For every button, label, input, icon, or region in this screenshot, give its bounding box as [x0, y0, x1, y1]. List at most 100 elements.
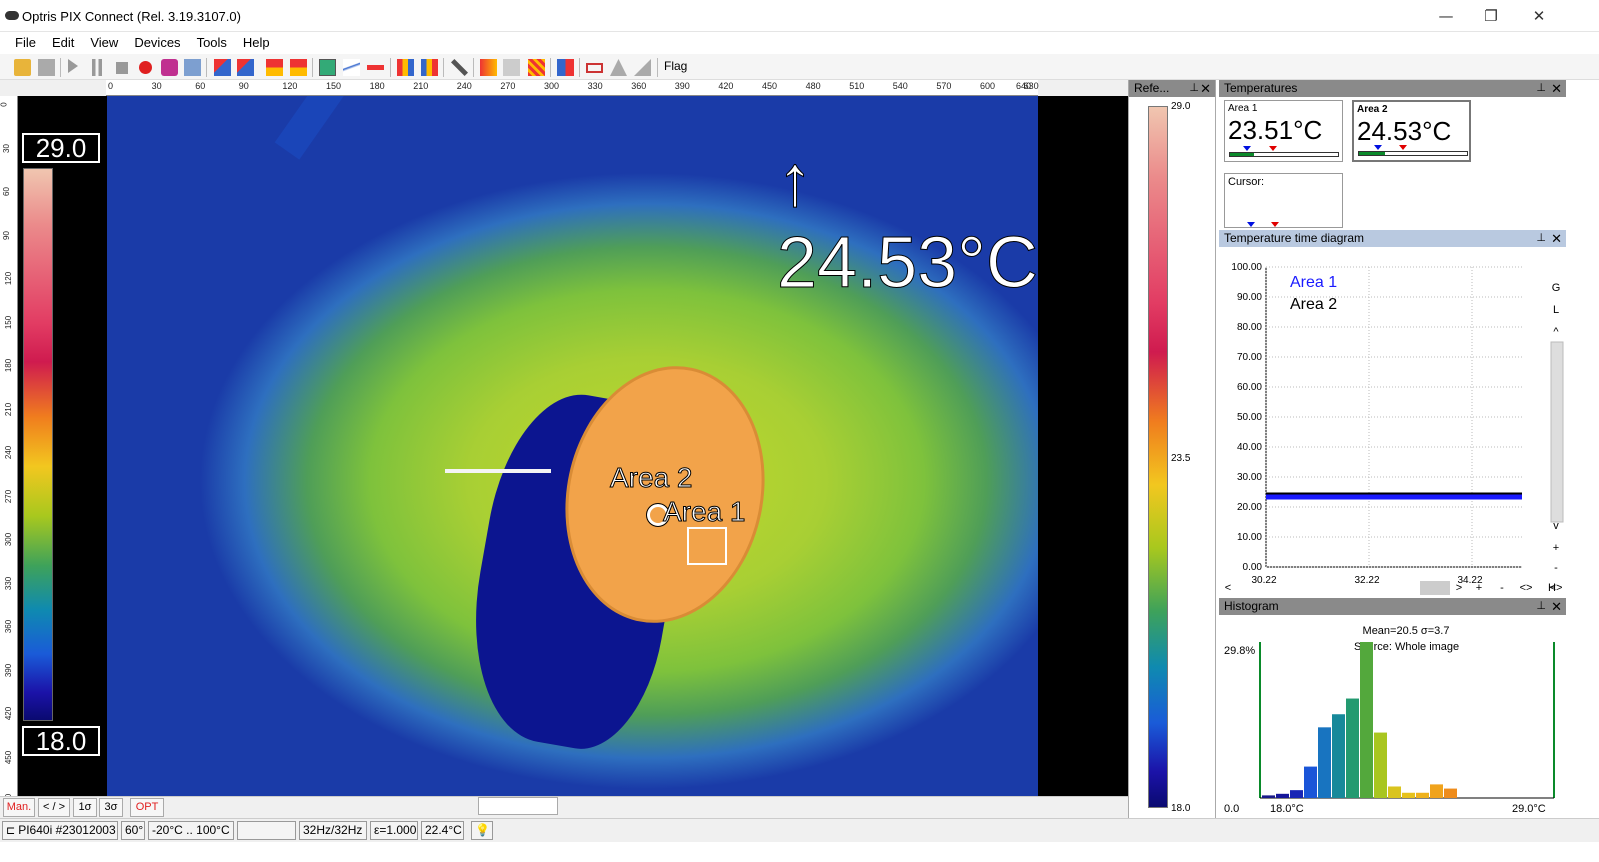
max-temperature-readout: ↑ 24.53°C: [777, 141, 1039, 304]
sigma3-button[interactable]: 3σ: [99, 798, 123, 817]
pin-icon[interactable]: ⊥: [1536, 80, 1546, 97]
cursor-temperature-box[interactable]: Cursor:: [1224, 173, 1343, 228]
close-icon[interactable]: ✕: [1551, 598, 1562, 615]
y-tick-label: 40.00: [1237, 442, 1262, 453]
toolbar-separator: [60, 58, 61, 77]
menu-tools[interactable]: Tools: [189, 32, 235, 54]
menu-view[interactable]: View: [82, 32, 126, 54]
cold-streak: [274, 96, 415, 160]
histogram-title: Histogram: [1224, 599, 1279, 613]
save-icon[interactable]: [38, 59, 55, 76]
open-folder-icon[interactable]: [14, 59, 31, 76]
toolbar-separator: [206, 58, 207, 77]
close-icon[interactable]: ✕: [1200, 80, 1211, 97]
scale-min-value[interactable]: 18.0: [22, 726, 100, 756]
ruler-tick-label: 360: [631, 81, 647, 91]
palette-icon[interactable]: [266, 59, 283, 76]
area1-label: Area 1: [663, 496, 746, 528]
graph-icon[interactable]: [343, 59, 360, 76]
restore-button[interactable]: ❐: [1471, 4, 1511, 28]
ruler-icon[interactable]: [586, 63, 603, 73]
layout2-icon[interactable]: [237, 59, 254, 76]
menu-devices[interactable]: Devices: [126, 32, 188, 54]
palette2-icon[interactable]: [290, 59, 307, 76]
menu-help[interactable]: Help: [235, 32, 278, 54]
x-tick-label: 30.22: [1251, 575, 1276, 586]
side-button: +: [1553, 542, 1559, 554]
minimize-button[interactable]: —: [1426, 4, 1466, 28]
menu-edit[interactable]: Edit: [44, 32, 82, 54]
ruler-tick-label: 150: [4, 315, 14, 329]
histogram-chart[interactable]: Mean=20.5 σ=3.7 Source: Whole image 29.8% 0…: [1216, 620, 1599, 818]
pin-icon[interactable]: ⊥: [1189, 80, 1199, 97]
edit-icon[interactable]: [634, 59, 651, 76]
histogram-icon[interactable]: [397, 59, 414, 76]
thermometer-icon[interactable]: [480, 59, 497, 76]
vertical-scrollbar: [1550, 341, 1564, 523]
histogram-stats: Mean=20.5 σ=3.7: [1363, 625, 1450, 637]
pin-icon[interactable]: ⊥: [1536, 598, 1546, 615]
area2-name: Area 2: [1357, 104, 1388, 115]
side-button: L: [1553, 304, 1559, 316]
pause-icon[interactable]: [92, 59, 102, 76]
ruler-tick-label: 240: [456, 81, 472, 91]
range-status: -20°C .. 100°C: [148, 821, 234, 840]
histogram2-icon[interactable]: [421, 59, 438, 76]
stop-icon[interactable]: [116, 62, 128, 74]
histogram-bar: [1444, 788, 1457, 798]
menu-file[interactable]: File: [7, 32, 44, 54]
device-icon: ⊏: [6, 825, 16, 837]
area2-temperature-box[interactable]: Area 2 24.53°C: [1352, 100, 1471, 162]
play-icon[interactable]: [68, 59, 78, 73]
close-icon[interactable]: ✕: [1551, 230, 1562, 247]
pen-icon[interactable]: [610, 59, 627, 76]
area-icon[interactable]: [319, 59, 336, 76]
ruler-tick-label: 540: [892, 81, 908, 91]
lightbulb-icon[interactable]: 💡: [471, 821, 493, 840]
ruler-tick-label: 300: [4, 532, 14, 547]
histogram-bar: [1290, 790, 1303, 798]
empty-status: [237, 821, 296, 840]
camera-icon[interactable]: [161, 59, 178, 76]
ruler-tick-label: 300: [544, 81, 560, 91]
ruler-tick-label: 120: [4, 271, 14, 286]
emissivity-status: ε=1.000: [370, 821, 418, 840]
area2-label: Area 2: [610, 462, 693, 494]
layout-icon[interactable]: [214, 59, 231, 76]
tools-icon[interactable]: [451, 59, 468, 76]
ruler-tick-label: 120: [282, 81, 298, 91]
reference-panel: Refe... ⊥ ✕ 29.0 23.5 18.0: [1128, 80, 1216, 818]
histogram-bar: [1360, 642, 1373, 798]
pattern-icon[interactable]: [528, 59, 545, 76]
close-icon[interactable]: ✕: [1551, 80, 1562, 97]
range-mode-button[interactable]: < / >: [38, 798, 70, 817]
area1-temperature-box[interactable]: Area 1 23.51°C: [1224, 100, 1343, 162]
y-tick-label: 30.00: [1237, 472, 1262, 483]
ruler-tick-label: 480: [805, 81, 821, 91]
thermal-image-view[interactable]: ↑ 24.53°C Area 2 Area 1: [107, 96, 1038, 796]
flag-button[interactable]: Flag: [664, 59, 687, 73]
line-icon[interactable]: [367, 65, 384, 70]
ruler-tick-label: 600: [980, 81, 996, 91]
sigma1-button[interactable]: 1σ: [73, 798, 97, 817]
pin-icon[interactable]: ⊥: [1536, 230, 1546, 247]
ruler-tick-label: 390: [4, 663, 14, 677]
copy-icon[interactable]: [184, 59, 201, 76]
record-icon[interactable]: [139, 61, 152, 74]
manual-mode-button[interactable]: Man.: [3, 798, 35, 817]
ruler-tick-label: 60: [1, 187, 11, 196]
menu-bar: File Edit View Devices Tools Help: [0, 32, 1599, 54]
temperature-time-chart[interactable]: 100.00 90.00 80.00 70.00 60.00 50.00 40.00 30.0…: [1216, 247, 1599, 597]
colorbar-icon[interactable]: [557, 59, 574, 76]
area-rectangle[interactable]: [687, 527, 727, 565]
filter-icon[interactable]: [503, 59, 520, 76]
close-button[interactable]: ✕: [1519, 4, 1559, 28]
histogram-bar: [1388, 786, 1401, 798]
ruler-tick-label: 90: [1, 230, 11, 240]
scale-max-value[interactable]: 29.0: [22, 133, 100, 163]
horizontal-scrollbar[interactable]: [478, 797, 558, 815]
device-status[interactable]: ⊏ PI640i #23012003: [2, 821, 118, 840]
histogram-xmax: 29.0°C: [1512, 803, 1546, 815]
bottom-button: <>: [1520, 582, 1533, 594]
opt-button[interactable]: OPT: [130, 798, 164, 817]
